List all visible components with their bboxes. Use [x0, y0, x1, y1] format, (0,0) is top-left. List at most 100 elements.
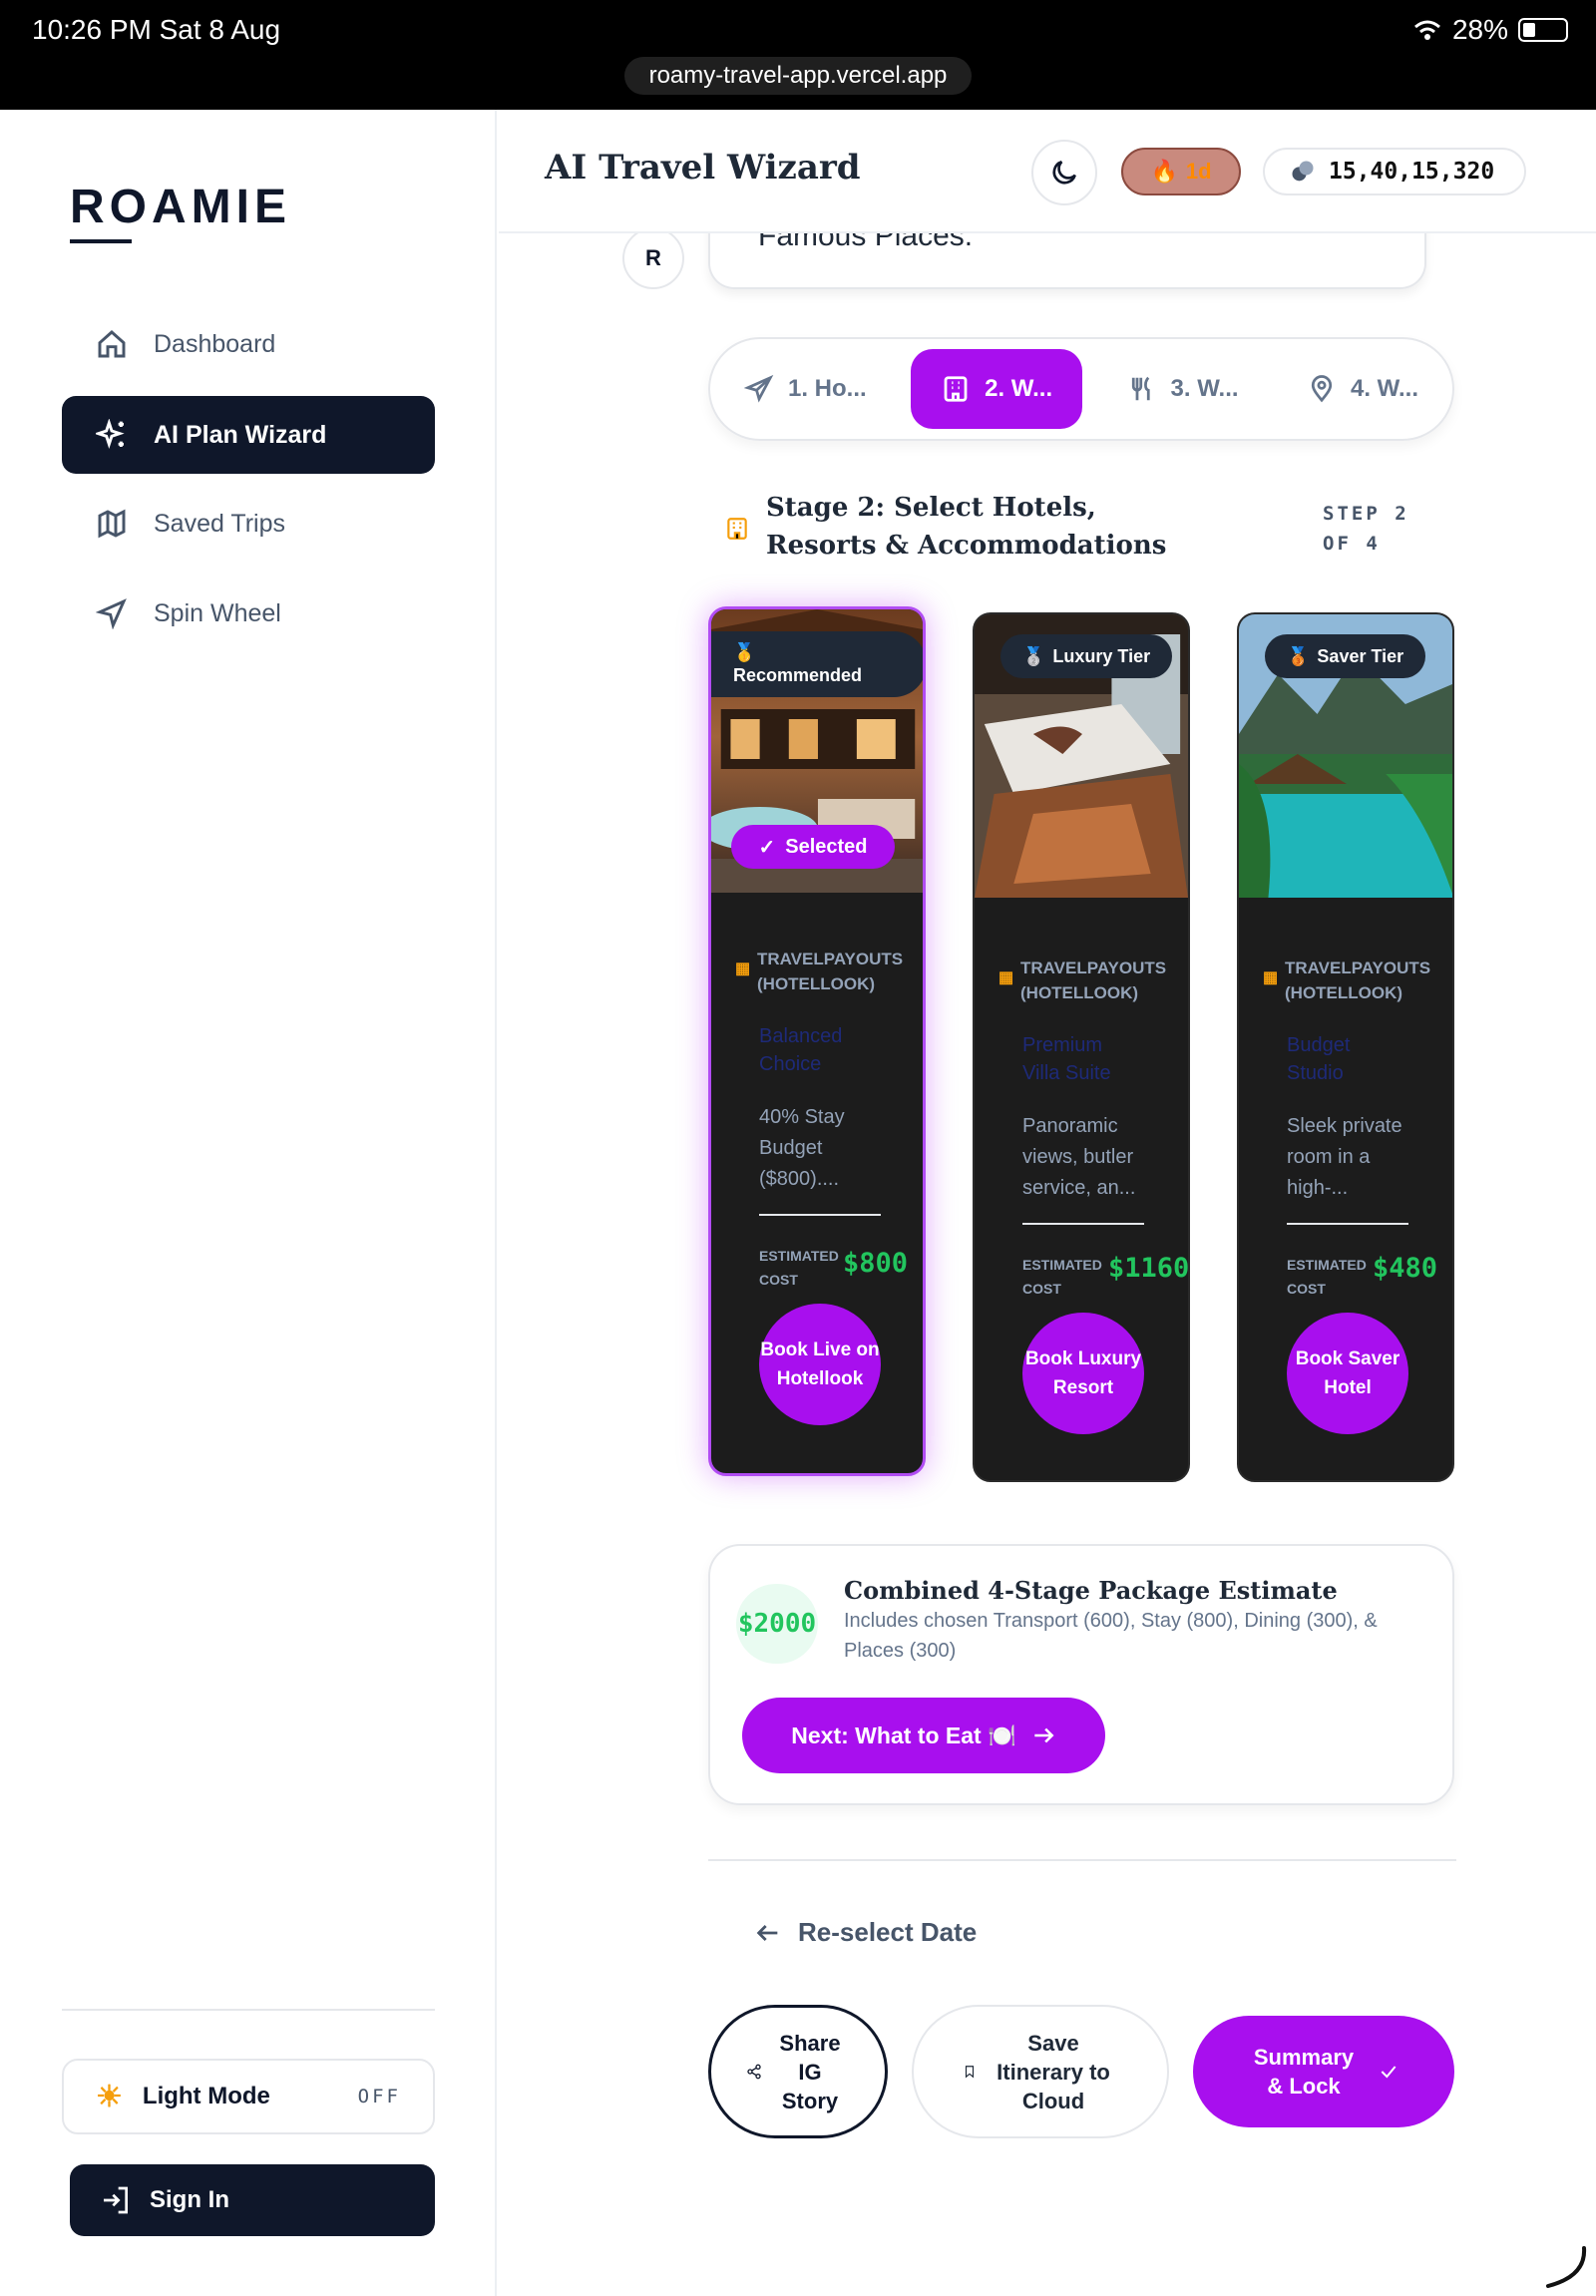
hotel-source: ▦ TRAVELPAYOUTS (HOTELLOOK) [998, 956, 1188, 1005]
sidebar-item-label: Spin Wheel [154, 598, 281, 627]
map-pin-icon [1311, 375, 1333, 403]
estimated-cost-label: ESTIMATED COST [1287, 1257, 1367, 1297]
tab-stage-4[interactable]: 4. W... [1283, 349, 1442, 429]
share-icon [747, 2064, 761, 2080]
arrow-left-icon [756, 1924, 778, 1941]
medal-icon: 🥈 [1022, 645, 1045, 666]
page-title: AI Travel Wizard [545, 148, 861, 188]
tab-stage-2[interactable]: 2. W... [911, 349, 1083, 429]
selected-badge: ✓ Selected [731, 825, 895, 869]
stage-tabs: 1. Ho... 2. W... 3. W... 4. W... [708, 337, 1454, 441]
tab-label: 1. Ho... [788, 375, 867, 402]
summary-label: Summary & Lock [1253, 2045, 1355, 2099]
stage-title: Stage 2: Select Hotels, Resorts & Accomm… [766, 493, 1167, 561]
building-icon: ▦ [1263, 969, 1279, 986]
tier-badge: 🥈 Luxury Tier [1000, 634, 1173, 678]
sign-in-button[interactable]: Sign In [70, 2164, 435, 2236]
selected-label: Selected [785, 835, 868, 858]
card-divider [1287, 1223, 1408, 1225]
hotel-description: Sleek private room in a high-... [1287, 1115, 1402, 1199]
home-icon [98, 330, 126, 358]
navigation-arrow-icon [96, 598, 127, 629]
tab-label: 4. W... [1350, 375, 1418, 402]
hotel-source-label: TRAVELPAYOUTS (HOTELLOOK) [757, 950, 904, 993]
share-label: Share IG Story [779, 2030, 841, 2113]
light-mode-toggle[interactable]: ☀ Light Mode OFF [62, 2059, 435, 2134]
url-bar[interactable]: roamy-travel-app.vercel.app [624, 57, 972, 95]
hotel-card-luxury[interactable]: 🥈 Luxury Tier ▦ TRAVELPAYOUTS (HOTELLOOK… [973, 612, 1190, 1482]
battery-icon [1518, 18, 1568, 42]
reselect-date-button[interactable]: Re-select Date [754, 1917, 977, 1948]
share-ig-story-button[interactable]: Share IG Story [708, 2005, 888, 2138]
summary-lock-button[interactable]: Summary & Lock [1193, 2016, 1454, 2127]
plane-icon [744, 374, 774, 403]
hotel-price: $480 [1373, 1253, 1438, 1284]
next-button-label: Next: What to Eat 🍽️ [791, 1722, 1016, 1748]
book-hotel-button[interactable]: Book Saver Hotel [1287, 1313, 1408, 1434]
hotel-card-saver[interactable]: 🥉 Saver Tier ▦ TRAVELPAYOUTS (HOTELLOOK)… [1237, 612, 1454, 1482]
app-logo[interactable]: ROAMIE [70, 180, 291, 234]
building-icon: ▦ [735, 960, 751, 977]
status-bar: 10:26 PM Sat 8 Aug 28% roamy-travel-app.… [0, 0, 1596, 110]
sparkles-icon [96, 419, 125, 449]
sidebar-item-label: Saved Trips [154, 509, 286, 538]
building-icon: ▦ [998, 969, 1014, 986]
sun-icon: ☀ [96, 2080, 123, 2113]
package-title: Combined 4-Stage Package Estimate [844, 1576, 1338, 1605]
book-hotel-button[interactable]: Book Live on Hotellook [759, 1304, 881, 1425]
credits-badge[interactable]: 15,40,15,320 [1263, 148, 1526, 195]
hotel-description: 40% Stay Budget ($800).... [759, 1106, 845, 1190]
sign-in-icon [104, 2186, 128, 2214]
card-divider [759, 1214, 881, 1216]
sidebar-item-label: AI Plan Wizard [154, 420, 327, 449]
sidebar-item-ai-plan-wizard[interactable]: AI Plan Wizard [62, 396, 435, 474]
tab-stage-1[interactable]: 1. Ho... [720, 349, 891, 429]
utensils-icon [1131, 376, 1150, 401]
theme-toggle-button[interactable] [1031, 140, 1097, 205]
sidebar-divider [62, 2009, 435, 2011]
estimated-cost-label: ESTIMATED COST [759, 1248, 839, 1288]
hotel-price: $800 [843, 1248, 909, 1279]
tier-label: Saver Tier [1317, 645, 1404, 666]
tier-label: Recommended [733, 665, 863, 685]
arrow-right-icon [1034, 1727, 1054, 1743]
reselect-date-label: Re-select Date [798, 1917, 978, 1947]
card-divider [1022, 1223, 1144, 1225]
hotel-source-label: TRAVELPAYOUTS (HOTELLOOK) [1285, 958, 1431, 1002]
tab-stage-3[interactable]: 3. W... [1103, 349, 1263, 429]
sidebar-item-spin-wheel[interactable]: Spin Wheel [62, 574, 435, 652]
next-stage-button[interactable]: Next: What to Eat 🍽️ [742, 1698, 1105, 1773]
flame-icon: 🔥 [1150, 159, 1178, 184]
streak-count: 1d [1185, 159, 1212, 184]
credits-value: 15,40,15,320 [1329, 159, 1495, 185]
hotel-price: $1160 [1108, 1253, 1190, 1284]
hotel-card-recommended[interactable]: 🥇 Recommended ✓ Selected ▦ TRAVELPAYOUTS… [708, 606, 926, 1476]
tab-label: 3. W... [1170, 375, 1239, 402]
tier-badge: 🥇 Recommended [711, 631, 923, 697]
hotel-name: Balanced Choice [759, 1025, 843, 1075]
tier-label: Luxury Tier [1052, 645, 1151, 666]
book-hotel-button[interactable]: Book Luxury Resort [1022, 1313, 1144, 1434]
coins-icon [1292, 161, 1314, 182]
top-bar: AI Travel Wizard 🔥 1d 15,40,15,320 [499, 110, 1596, 233]
battery-percent: 28% [1451, 14, 1508, 45]
sidebar: ROAMIE Dashboard AI Plan Wizard Saved Tr… [0, 110, 497, 2296]
moon-icon [1052, 161, 1076, 185]
save-label: Save Itinerary to Cloud [997, 2030, 1110, 2113]
sidebar-item-dashboard[interactable]: Dashboard [62, 305, 435, 383]
status-time: 10:26 PM Sat 8 Aug [32, 14, 281, 45]
check-icon [1381, 2066, 1396, 2079]
save-itinerary-button[interactable]: Save Itinerary to Cloud [912, 2005, 1169, 2138]
hotel-source: ▦ TRAVELPAYOUTS (HOTELLOOK) [1263, 956, 1452, 1005]
medal-icon: 🥇 [733, 642, 756, 662]
tab-label: 2. W... [985, 375, 1053, 402]
sidebar-item-saved-trips[interactable]: Saved Trips [62, 485, 435, 563]
estimated-cost-label: ESTIMATED COST [1022, 1257, 1102, 1297]
package-description: Includes chosen Transport (600), Stay (8… [844, 1610, 1378, 1662]
package-estimate-card: $2000 Combined 4-Stage Package Estimate … [708, 1544, 1454, 1805]
logo-underline [70, 239, 132, 243]
user-avatar: R [622, 227, 684, 289]
loading-spinner-icon [1546, 2246, 1587, 2288]
streak-badge[interactable]: 🔥 1d [1121, 148, 1241, 195]
bookmark-icon [965, 2066, 975, 2079]
